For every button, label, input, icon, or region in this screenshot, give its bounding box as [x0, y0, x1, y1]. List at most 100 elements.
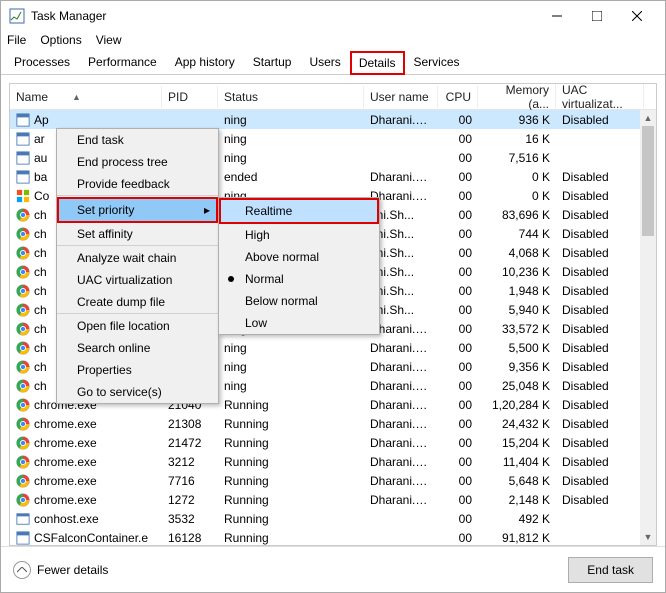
tab-startup[interactable]: Startup	[244, 50, 301, 74]
table-row[interactable]: chrome.exe21308RunningDharani.Sh...0024,…	[10, 414, 656, 433]
cell-memory: 83,696 K	[478, 208, 556, 222]
tab-processes[interactable]: Processes	[5, 50, 79, 74]
cell-memory: 7,516 K	[478, 151, 556, 165]
tab-details[interactable]: Details	[350, 51, 405, 75]
ctx-search-online[interactable]: Search online	[57, 337, 218, 359]
cell-memory: 1,20,284 K	[478, 398, 556, 412]
cell-cpu: 00	[438, 474, 478, 488]
cell-uac: Disabled	[556, 284, 644, 298]
cell-memory: 9,356 K	[478, 360, 556, 374]
tab-services[interactable]: Services	[405, 50, 469, 74]
priority-below-normal[interactable]: Below normal	[219, 290, 379, 312]
cell-username: Dharani.Sh...	[364, 360, 438, 374]
tab-strip: Processes Performance App history Startu…	[1, 51, 665, 75]
table-row[interactable]: ApningDharani.Sh...00936 KDisabled	[10, 110, 656, 129]
cell-pid: 1272	[162, 493, 218, 507]
ctx-provide-feedback[interactable]: Provide feedback	[57, 173, 218, 196]
priority-high[interactable]: High	[219, 224, 379, 246]
sort-asc-icon: ▲	[72, 92, 81, 102]
table-row[interactable]: CSFalconContainer.e16128Running0091,812 …	[10, 528, 656, 545]
ctx-create-dump-file[interactable]: Create dump file	[57, 291, 218, 314]
fewer-details-toggle[interactable]: Fewer details	[13, 561, 108, 579]
process-name: chrome.exe	[34, 417, 97, 431]
ctx-go-to-services[interactable]: Go to service(s)	[57, 381, 218, 403]
tab-app-history[interactable]: App history	[166, 50, 244, 74]
menubar: File Options View	[1, 31, 665, 51]
minimize-button[interactable]	[537, 2, 577, 30]
tab-performance[interactable]: Performance	[79, 50, 166, 74]
table-row[interactable]: chrome.exe3212RunningDharani.Sh...0011,4…	[10, 452, 656, 471]
col-username[interactable]: User name	[364, 86, 438, 108]
cell-uac: Disabled	[556, 265, 644, 279]
ctx-open-file-location[interactable]: Open file location	[57, 315, 218, 337]
col-status[interactable]: Status	[218, 86, 364, 108]
cell-uac: Disabled	[556, 303, 644, 317]
priority-above-normal[interactable]: Above normal	[219, 246, 379, 268]
cell-uac: Disabled	[556, 246, 644, 260]
cell-status: Running	[218, 531, 364, 545]
menu-view[interactable]: View	[96, 33, 122, 47]
ctx-analyze-wait-chain[interactable]: Analyze wait chain	[57, 247, 218, 269]
window-controls	[537, 2, 657, 30]
cell-cpu: 00	[438, 531, 478, 545]
table-row[interactable]: conhost.exe3532Running00492 K	[10, 509, 656, 528]
table-row[interactable]: chrome.exe1272RunningDharani.Sh...002,14…	[10, 490, 656, 509]
process-name: chrome.exe	[34, 436, 97, 450]
scrollbar-thumb[interactable]	[642, 126, 654, 236]
maximize-button[interactable]	[577, 2, 617, 30]
cell-cpu: 00	[438, 265, 478, 279]
ctx-end-task[interactable]: End task	[57, 129, 218, 151]
cell-username: Dharani.Sh...	[364, 379, 438, 393]
process-name: ch	[34, 322, 47, 336]
process-name: ch	[34, 265, 47, 279]
menu-options[interactable]: Options	[40, 33, 81, 47]
window-title: Task Manager	[31, 9, 537, 23]
chevron-up-icon	[13, 561, 31, 579]
cell-status: ning	[218, 341, 364, 355]
cell-uac: Disabled	[556, 208, 644, 222]
process-name: conhost.exe	[34, 512, 99, 526]
process-name: Co	[34, 189, 49, 203]
cell-username: Dharani.Sh...	[364, 455, 438, 469]
context-menu: End task End process tree Provide feedba…	[56, 128, 219, 404]
cell-username: Dharani.Sh...	[364, 474, 438, 488]
end-task-button[interactable]: End task	[568, 557, 653, 583]
tab-users[interactable]: Users	[300, 50, 349, 74]
fewer-details-label: Fewer details	[37, 563, 108, 577]
col-cpu[interactable]: CPU	[438, 86, 478, 108]
cell-pid: 3532	[162, 512, 218, 526]
scroll-up-icon[interactable]: ▲	[640, 110, 656, 126]
cell-uac: Disabled	[556, 398, 644, 412]
table-row[interactable]: chrome.exe21472RunningDharani.Sh...0015,…	[10, 433, 656, 452]
ctx-uac-virtualization[interactable]: UAC virtualization	[57, 269, 218, 291]
vertical-scrollbar[interactable]: ▲ ▼	[640, 110, 656, 545]
menu-file[interactable]: File	[7, 33, 26, 47]
cell-uac: Disabled	[556, 417, 644, 431]
scroll-down-icon[interactable]: ▼	[640, 529, 656, 545]
ctx-set-priority[interactable]: Set priority▸	[57, 197, 218, 223]
priority-low[interactable]: Low	[219, 312, 379, 334]
process-name: ch	[34, 379, 47, 393]
table-row[interactable]: chrome.exe7716RunningDharani.Sh...005,64…	[10, 471, 656, 490]
cell-username: Dharani.Sh...	[364, 493, 438, 507]
cell-username: Dharani.Sh...	[364, 341, 438, 355]
cell-username: Dharani.Sh...	[364, 436, 438, 450]
ctx-set-affinity[interactable]: Set affinity	[57, 223, 218, 246]
col-name[interactable]: Name▲	[10, 86, 162, 108]
ctx-properties[interactable]: Properties	[57, 359, 218, 381]
priority-normal[interactable]: Normal	[219, 268, 379, 290]
process-name: chrome.exe	[34, 455, 97, 469]
cell-status: Running	[218, 474, 364, 488]
cell-cpu: 00	[438, 132, 478, 146]
cell-cpu: 00	[438, 284, 478, 298]
process-name: ch	[34, 360, 47, 374]
priority-realtime[interactable]: Realtime	[219, 198, 379, 224]
ctx-end-process-tree[interactable]: End process tree	[57, 151, 218, 173]
cell-cpu: 00	[438, 246, 478, 260]
col-pid[interactable]: PID	[162, 86, 218, 108]
cell-cpu: 00	[438, 455, 478, 469]
footer: Fewer details End task	[1, 546, 665, 592]
priority-submenu: Realtime High Above normal Normal Below …	[218, 197, 380, 335]
close-button[interactable]	[617, 2, 657, 30]
cell-cpu: 00	[438, 303, 478, 317]
